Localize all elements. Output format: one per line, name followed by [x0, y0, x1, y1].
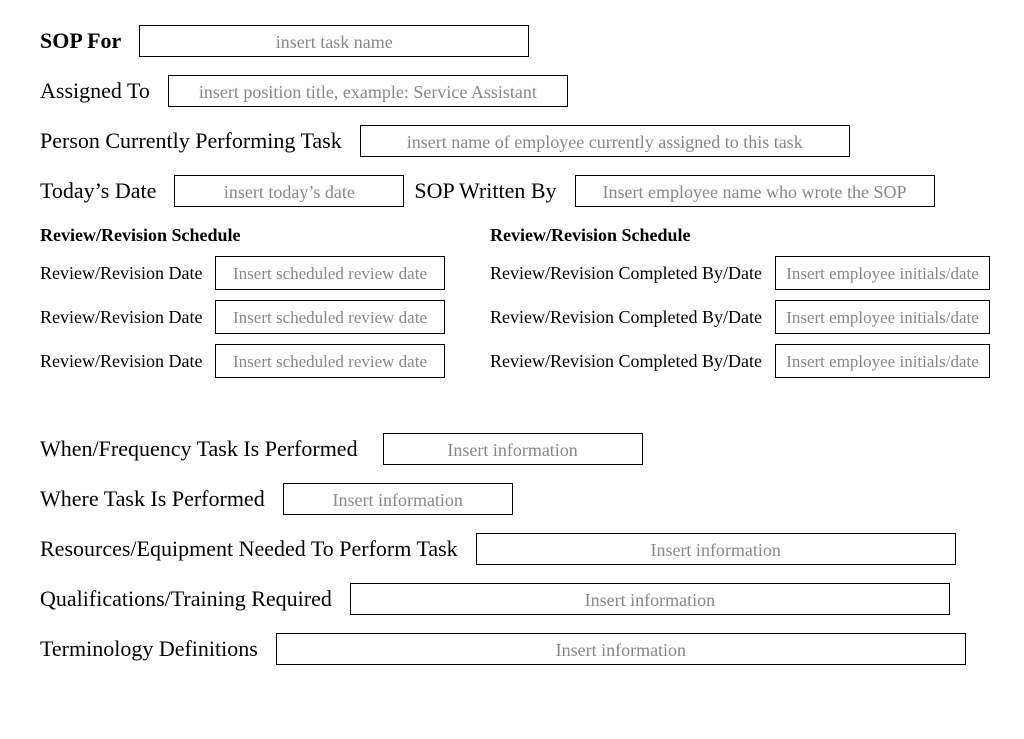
row-terminology: Terminology Definitions Insert informati… — [40, 633, 1024, 665]
input-written-by[interactable]: Insert employee name who wrote the SOP — [575, 175, 935, 207]
review-completed-row-3: Review/Revision Completed By/Date Insert… — [490, 344, 1010, 378]
label-assigned-to: Assigned To — [40, 78, 150, 104]
row-date-written-by: Today’s Date insert today’s date SOP Wri… — [40, 175, 1024, 207]
row-person-performing: Person Currently Performing Task insert … — [40, 125, 1024, 157]
label-terminology: Terminology Definitions — [40, 636, 258, 662]
row-resources: Resources/Equipment Needed To Perform Ta… — [40, 533, 1024, 565]
input-terminology[interactable]: Insert information — [276, 633, 966, 665]
review-revision-section: Review/Revision Schedule Review/Revision… — [40, 225, 1024, 388]
review-completed-input-1[interactable]: Insert employee initials/date — [775, 256, 990, 290]
label-resources: Resources/Equipment Needed To Perform Ta… — [40, 536, 458, 562]
review-date-row-3: Review/Revision Date Insert scheduled re… — [40, 344, 470, 378]
input-person-performing[interactable]: insert name of employee currently assign… — [360, 125, 850, 157]
review-completed-column: Review/Revision Schedule Review/Revision… — [490, 225, 1010, 388]
label-where: Where Task Is Performed — [40, 486, 265, 512]
review-completed-header: Review/Revision Schedule — [490, 225, 1010, 246]
input-sop-for[interactable]: insert task name — [139, 25, 529, 57]
task-details-section: When/Frequency Task Is Performed Insert … — [40, 433, 1024, 665]
label-todays-date: Today’s Date — [40, 178, 156, 204]
input-assigned-to[interactable]: insert position title, example: Service … — [168, 75, 568, 107]
review-date-row-2: Review/Revision Date Insert scheduled re… — [40, 300, 470, 334]
label-sop-for: SOP For — [40, 28, 121, 54]
label-written-by: SOP Written By — [414, 178, 556, 204]
review-completed-label-2: Review/Revision Completed By/Date — [490, 307, 775, 328]
input-when-frequency[interactable]: Insert information — [383, 433, 643, 465]
row-qualifications: Qualifications/Training Required Insert … — [40, 583, 1024, 615]
review-date-label-2: Review/Revision Date — [40, 307, 215, 328]
review-date-label-3: Review/Revision Date — [40, 351, 215, 372]
review-completed-label-1: Review/Revision Completed By/Date — [490, 263, 775, 284]
input-todays-date[interactable]: insert today’s date — [174, 175, 404, 207]
review-date-header: Review/Revision Schedule — [40, 225, 470, 246]
input-resources[interactable]: Insert information — [476, 533, 956, 565]
input-where[interactable]: Insert information — [283, 483, 513, 515]
review-completed-row-1: Review/Revision Completed By/Date Insert… — [490, 256, 1010, 290]
label-when-frequency: When/Frequency Task Is Performed — [40, 436, 358, 462]
review-completed-label-3: Review/Revision Completed By/Date — [490, 351, 775, 372]
review-completed-input-2[interactable]: Insert employee initials/date — [775, 300, 990, 334]
review-completed-input-3[interactable]: Insert employee initials/date — [775, 344, 990, 378]
row-when-frequency: When/Frequency Task Is Performed Insert … — [40, 433, 1024, 465]
input-qualifications[interactable]: Insert information — [350, 583, 950, 615]
review-date-input-2[interactable]: Insert scheduled review date — [215, 300, 445, 334]
review-date-column: Review/Revision Schedule Review/Revision… — [40, 225, 470, 388]
review-date-input-3[interactable]: Insert scheduled review date — [215, 344, 445, 378]
review-date-row-1: Review/Revision Date Insert scheduled re… — [40, 256, 470, 290]
row-where: Where Task Is Performed Insert informati… — [40, 483, 1024, 515]
label-person-performing: Person Currently Performing Task — [40, 128, 342, 154]
review-date-input-1[interactable]: Insert scheduled review date — [215, 256, 445, 290]
row-assigned-to: Assigned To insert position title, examp… — [40, 75, 1024, 107]
row-sop-for: SOP For insert task name — [40, 25, 1024, 57]
review-completed-row-2: Review/Revision Completed By/Date Insert… — [490, 300, 1010, 334]
label-qualifications: Qualifications/Training Required — [40, 586, 332, 612]
review-date-label-1: Review/Revision Date — [40, 263, 215, 284]
